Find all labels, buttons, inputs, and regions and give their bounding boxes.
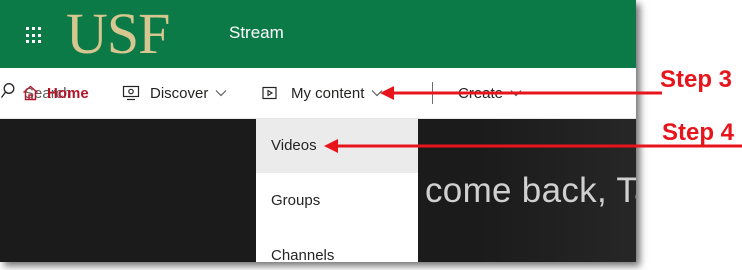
- app-name[interactable]: Stream: [229, 22, 284, 44]
- home-icon: [22, 85, 39, 101]
- nav-bar: Home Discover My content Create Search: [0, 68, 636, 119]
- chevron-down-icon: [215, 89, 227, 97]
- usf-logo[interactable]: USF: [66, 3, 170, 65]
- nav-create-label: Create: [458, 84, 504, 102]
- step3-label: Step 3: [660, 66, 733, 93]
- nav-home-label: Home: [47, 84, 89, 102]
- stream-window: USF Stream Home Discover My content Crea…: [0, 0, 636, 262]
- menu-item-groups[interactable]: Groups: [256, 174, 418, 228]
- nav-create[interactable]: Create: [458, 68, 522, 118]
- chevron-down-icon: [510, 89, 522, 97]
- nav-discover[interactable]: Discover: [122, 68, 227, 118]
- nav-divider: [432, 82, 433, 104]
- nav-my-content[interactable]: My content: [262, 68, 383, 118]
- waffle-icon[interactable]: [26, 27, 43, 44]
- search-icon[interactable]: [0, 82, 16, 105]
- my-content-menu: Videos Groups Channels: [256, 119, 418, 262]
- nav-my-content-label: My content: [291, 84, 365, 102]
- step4-label: Step 4: [662, 119, 735, 146]
- nav-discover-label: Discover: [150, 84, 209, 102]
- app-header: USF Stream: [0, 0, 636, 68]
- play-box-icon: [262, 86, 277, 100]
- menu-item-videos[interactable]: Videos: [256, 119, 418, 173]
- menu-item-channels[interactable]: Channels: [256, 229, 418, 262]
- nav-home[interactable]: Home: [22, 68, 89, 118]
- discover-icon: [122, 85, 140, 101]
- chevron-down-icon: [371, 89, 383, 97]
- welcome-heading: come back, Ta: [425, 171, 636, 210]
